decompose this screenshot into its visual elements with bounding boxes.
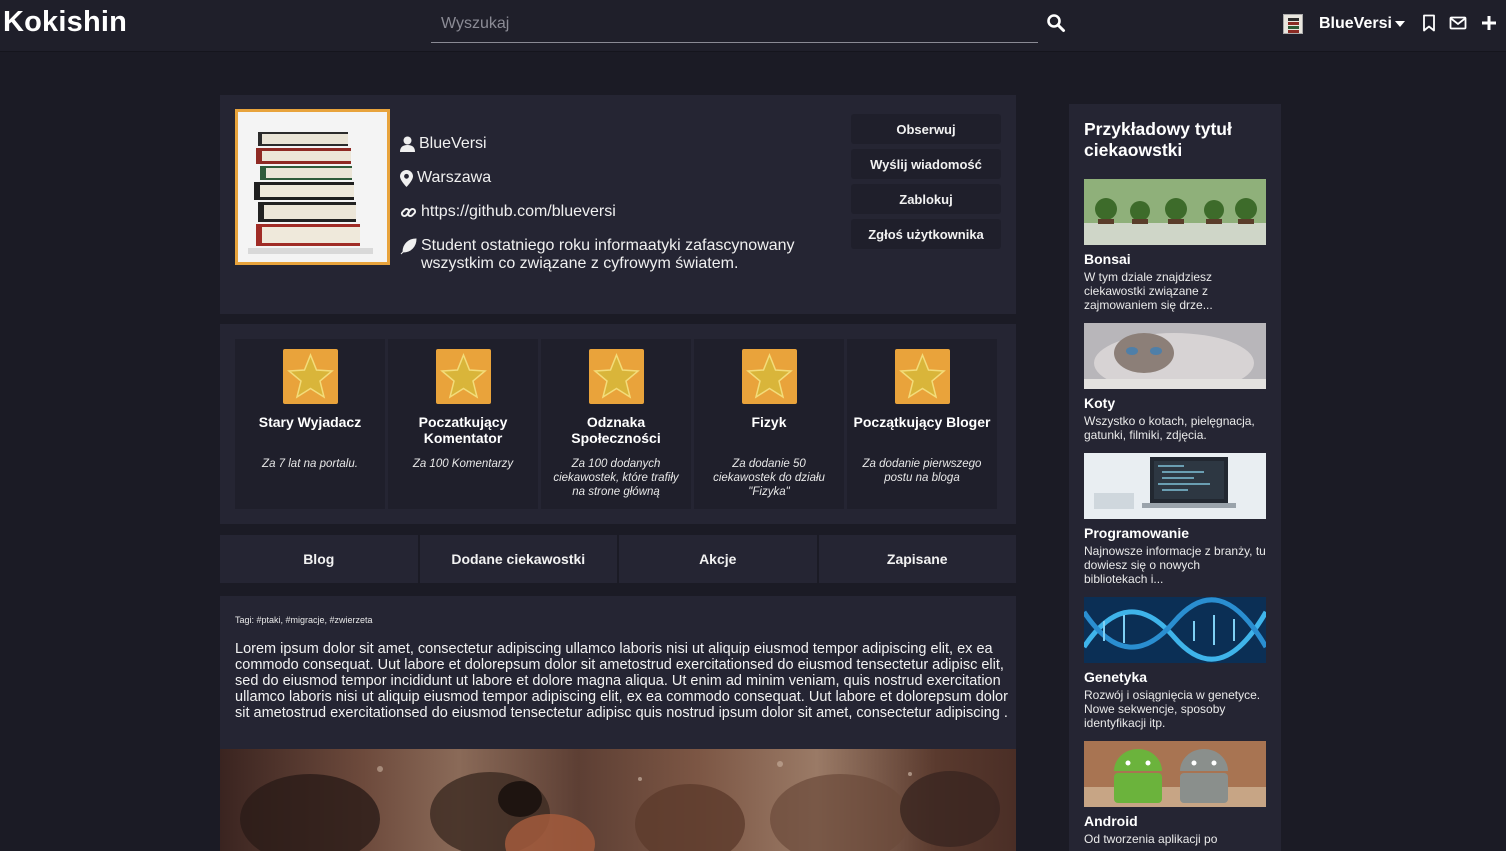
sidebar-item-title[interactable]: Bonsai (1084, 251, 1266, 267)
badge-card: Odznaka Społeczności Za 100 dodanych cie… (541, 339, 691, 509)
tab-blog[interactable]: Blog (220, 535, 420, 583)
sidebar-item-android[interactable]: Android Od tworzenia aplikacji po (1084, 741, 1266, 846)
sidebar-item-bonsai[interactable]: Bonsai W tym dziale znajdziesz ciekawost… (1084, 179, 1266, 312)
sidebar-item-description: Najnowsze informacje z branży, tu dowies… (1084, 544, 1266, 586)
follow-button[interactable]: Obserwuj (851, 114, 1001, 144)
mail-icon[interactable] (1449, 14, 1467, 32)
profile-avatar (235, 109, 390, 265)
report-user-button[interactable]: Zgłoś użytkownika (851, 219, 1001, 249)
sidebar-item-image[interactable] (1084, 597, 1266, 663)
link-icon (400, 207, 417, 218)
nav-username[interactable]: BlueVersi (1319, 15, 1392, 33)
sidebar-item-description: Wszystko o kotach, pielęgnacja, gatunki,… (1084, 414, 1255, 442)
profile-link[interactable]: https://github.com/blueversi (421, 203, 616, 221)
star-icon (436, 349, 491, 404)
profile-tabs: Blog Dodane ciekawostki Akcje Zapisane (220, 535, 1016, 583)
post-image (220, 749, 1016, 851)
badge-card: Poczatkujący Komentator Za 100 Komentarz… (388, 339, 538, 509)
post-text: Lorem ipsum dolor sit amet, consectetur … (235, 641, 1008, 721)
search-bar (431, 6, 1038, 43)
badge-name: Fizyk (751, 414, 787, 430)
avatar[interactable] (1283, 14, 1303, 34)
badge-description: Za 100 dodanych ciekawostek, które trafi… (553, 458, 679, 498)
send-message-button[interactable]: Wyślij wiadomość (851, 149, 1001, 179)
sidebar-item-title[interactable]: Genetyka (1084, 669, 1266, 685)
tab-added-facts[interactable]: Dodane ciekawostki (420, 535, 619, 583)
star-icon (742, 349, 797, 404)
user-icon (400, 136, 415, 152)
profile-location: Warszawa (417, 169, 492, 186)
badge-card: Początkujący Bloger Za dodanie pierwszeg… (847, 339, 997, 509)
user-menu[interactable]: BlueVersi (1283, 13, 1405, 35)
badge-name: Poczatkujący Komentator (418, 414, 508, 446)
star-icon (589, 349, 644, 404)
badges-panel: Stary Wyjadacz Za 7 lat na portalu. Pocz… (220, 324, 1016, 524)
badge-card: Stary Wyjadacz Za 7 lat na portalu. (235, 339, 385, 509)
sidebar-item-programming[interactable]: Programowanie Najnowsze informacje z bra… (1084, 453, 1266, 586)
navbar: Kokishin BlueVersi (0, 0, 1506, 52)
sidebar-item-description: W tym dziale znajdziesz ciekawostki zwią… (1084, 270, 1213, 312)
sidebar-item-title[interactable]: Programowanie (1084, 525, 1266, 541)
badge-description: Za dodanie pierwszego postu na bloga (862, 458, 982, 484)
badge-card: Fizyk Za dodanie 50 ciekawostek do dział… (694, 339, 844, 509)
sidebar-item-title[interactable]: Android (1084, 813, 1266, 829)
caret-down-icon[interactable] (1394, 19, 1405, 29)
sidebar-item-image[interactable] (1084, 741, 1266, 807)
profile-description-row: Student ostatniego roku informaatyki zaf… (400, 237, 831, 273)
star-icon (283, 349, 338, 404)
sidebar-facts: Przykładowy tytuł ciekaowstki Bonsai W t… (1069, 104, 1281, 851)
badge-name: Odznaka Społeczności (571, 414, 661, 446)
badge-name: Początkujący Bloger (853, 414, 991, 430)
sidebar-item-image[interactable] (1084, 453, 1266, 519)
sidebar-title: Przykładowy tytuł ciekaowstki (1084, 119, 1232, 160)
profile-link-row: https://github.com/blueversi (400, 203, 616, 221)
star-icon (895, 349, 950, 404)
feather-icon (400, 238, 417, 255)
tab-saved[interactable]: Zapisane (819, 535, 1017, 583)
sidebar-item-cats[interactable]: Koty Wszystko o kotach, pielęgnacja, gat… (1084, 323, 1266, 442)
bookmark-icon[interactable] (1420, 14, 1438, 32)
blog-post: Tagi: #ptaki, #migracje, #zwierzeta Lore… (220, 596, 1016, 851)
books-image (238, 112, 387, 262)
search-icon[interactable] (1046, 13, 1066, 33)
sidebar-item-image[interactable] (1084, 179, 1266, 245)
sidebar-item-description: Rozwój i osiągnięcia w genetyce. Nowe se… (1084, 688, 1261, 730)
map-marker-icon (400, 170, 413, 187)
profile-description: Student ostatniego roku informaatyki zaf… (421, 237, 795, 272)
badge-description: Za 7 lat na portalu. (262, 458, 358, 470)
sidebar-item-description: Od tworzenia aplikacji po (1084, 832, 1218, 846)
profile-panel: BlueVersi Warszawa https://github.com/bl… (220, 95, 1016, 314)
badge-description: Za dodanie 50 ciekawostek do działu "Fiz… (713, 458, 825, 498)
profile-location-row: Warszawa (400, 169, 491, 187)
block-button[interactable]: Zablokuj (851, 184, 1001, 214)
search-input[interactable] (431, 6, 1038, 42)
plus-icon[interactable] (1480, 14, 1498, 32)
profile-username: BlueVersi (419, 135, 487, 152)
brand-logo[interactable]: Kokishin (3, 6, 127, 39)
badge-name: Stary Wyjadacz (258, 414, 362, 430)
sidebar-item-image[interactable] (1084, 323, 1266, 389)
post-tags[interactable]: Tagi: #ptaki, #migracje, #zwierzeta (235, 615, 373, 625)
badge-description: Za 100 Komentarzy (412, 458, 514, 470)
tab-actions[interactable]: Akcje (619, 535, 819, 583)
sidebar-item-title[interactable]: Koty (1084, 395, 1266, 411)
sidebar-item-genetics[interactable]: Genetyka Rozwój i osiągnięcia w genetyce… (1084, 597, 1266, 730)
profile-username-row: BlueVersi (400, 135, 487, 153)
